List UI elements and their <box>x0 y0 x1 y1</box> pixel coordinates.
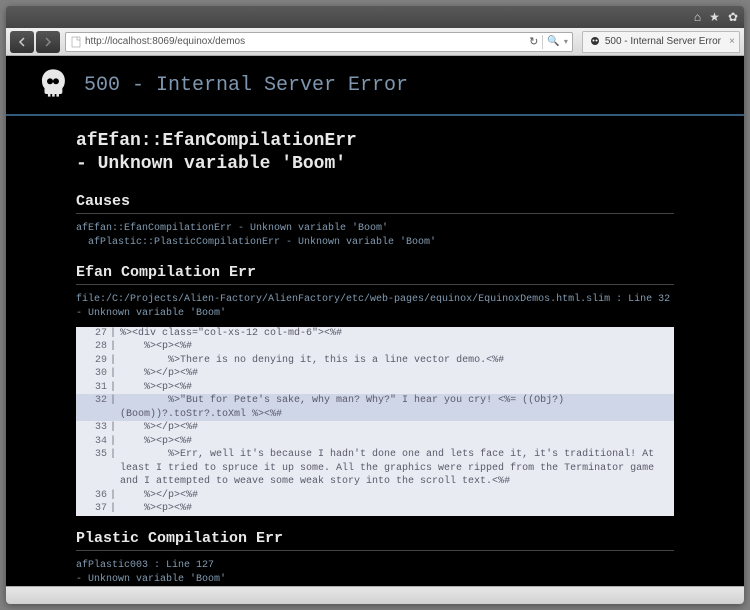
star-icon[interactable]: ★ <box>709 10 720 24</box>
efan-file-line: file:/C:/Projects/Alien-Factory/AlienFac… <box>76 293 674 321</box>
tab-title: 500 - Internal Server Error <box>605 36 721 47</box>
browser-tab[interactable]: 500 - Internal Server Error × <box>582 31 740 53</box>
gear-icon[interactable]: ✿ <box>728 10 738 24</box>
browser-toolbar: ↻ 🔍 ▾ 500 - Internal Server Error × <box>6 28 744 56</box>
plastic-file-line: afPlastic003 : Line 127 - Unknown variab… <box>76 559 674 586</box>
efan-heading: Efan Compilation Err <box>76 264 674 285</box>
error-header: 500 - Internal Server Error <box>6 56 744 116</box>
address-bar[interactable]: ↻ 🔍 ▾ <box>65 32 573 52</box>
efan-file: file:/C:/Projects/Alien-Factory/AlienFac… <box>76 293 674 307</box>
browser-window: ⌂ ★ ✿ ↻ 🔍 ▾ 500 - Internal Server Error … <box>6 6 744 604</box>
search-icon[interactable]: 🔍 <box>547 36 559 47</box>
code-line: 36| %></p><%# <box>76 489 674 503</box>
window-titlebar: ⌂ ★ ✿ <box>6 6 744 28</box>
page-content[interactable]: 500 - Internal Server Error afEfan::Efan… <box>6 56 744 586</box>
page-title: 500 - Internal Server Error <box>84 74 408 97</box>
code-line: 33| %></p><%# <box>76 421 674 435</box>
forward-button[interactable] <box>36 31 60 53</box>
skull-icon <box>36 66 70 104</box>
home-icon[interactable]: ⌂ <box>694 10 701 24</box>
code-line: 32| %>"But for Pete's sake, why man? Why… <box>76 394 674 421</box>
plastic-sub: - Unknown variable 'Boom' <box>76 573 674 586</box>
page-icon <box>70 36 82 48</box>
efan-code: 27|%><div class="col-xs-12 col-md-6"><%#… <box>76 327 674 516</box>
divider <box>542 35 543 49</box>
code-line: 37| %><p><%# <box>76 502 674 516</box>
plastic-heading: Plastic Compilation Err <box>76 530 674 551</box>
tab-close-icon[interactable]: × <box>729 36 735 47</box>
code-line: 29| %>There is no denying it, this is a … <box>76 354 674 368</box>
causes-section: Causes afEfan::EfanCompilationErr - Unkn… <box>6 183 744 254</box>
code-line: 27|%><div class="col-xs-12 col-md-6"><%# <box>76 327 674 341</box>
url-input[interactable] <box>85 36 526 47</box>
plastic-file: afPlastic003 : Line 127 <box>76 559 674 573</box>
efan-section: Efan Compilation Err file:/C:/Projects/A… <box>6 254 744 520</box>
dropdown-icon[interactable]: ▾ <box>564 37 568 46</box>
code-line: 35| %>Err, well it's because I hadn't do… <box>76 448 674 489</box>
status-bar <box>6 586 744 604</box>
favicon-skull-icon <box>589 36 601 48</box>
code-line: 34| %><p><%# <box>76 435 674 449</box>
back-button[interactable] <box>10 31 34 53</box>
url-controls: ↻ 🔍 ▾ <box>529 35 568 49</box>
plastic-section: Plastic Compilation Err afPlastic003 : L… <box>6 520 744 586</box>
tab-strip: 500 - Internal Server Error × <box>582 31 740 53</box>
causes-list: afEfan::EfanCompilationErr - Unknown var… <box>76 222 674 250</box>
code-line: 30| %></p><%# <box>76 367 674 381</box>
code-line: 28| %><p><%# <box>76 340 674 354</box>
error-message: - Unknown variable 'Boom' <box>76 153 674 176</box>
efan-sub: - Unknown variable 'Boom' <box>76 307 674 321</box>
error-summary: afEfan::EfanCompilationErr - Unknown var… <box>6 116 744 183</box>
causes-heading: Causes <box>76 193 674 214</box>
code-line: 31| %><p><%# <box>76 381 674 395</box>
refresh-icon[interactable]: ↻ <box>529 35 538 48</box>
error-class: afEfan::EfanCompilationErr <box>76 130 674 153</box>
